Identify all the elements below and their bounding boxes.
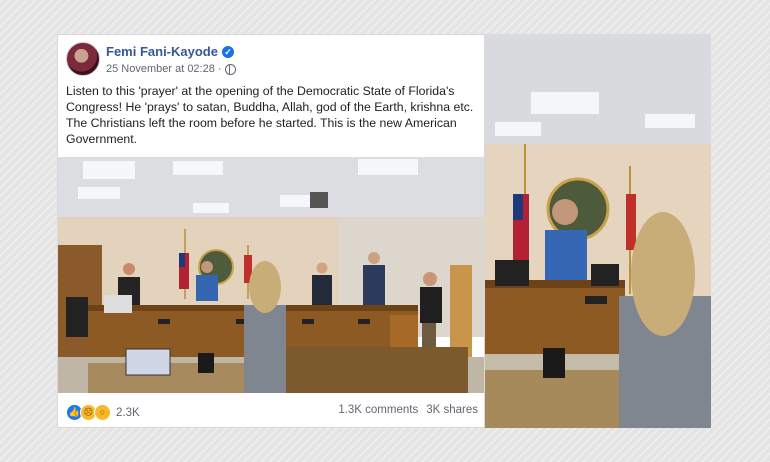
wow-icon: ○ — [94, 404, 111, 421]
post-photo[interactable] — [58, 157, 484, 393]
shares-count[interactable]: 3K shares — [426, 404, 478, 416]
globe-icon — [224, 63, 236, 75]
post-stats: 1.3K comments 3K shares — [338, 404, 478, 416]
council-chamber-image — [58, 157, 484, 393]
post-timestamp[interactable]: 25 November at 02:28 — [106, 63, 215, 75]
avatar[interactable] — [66, 42, 100, 76]
verified-badge-icon: ✓ — [221, 45, 234, 58]
zoomed-chamber-image — [485, 34, 711, 428]
post-meta: 25 November at 02:28 · — [106, 63, 236, 75]
author-name[interactable]: Femi Fani-Kayode ✓ — [106, 44, 234, 59]
facebook-post-card: Femi Fani-Kayode ✓ 25 November at 02:28 … — [57, 34, 485, 428]
post-body: Listen to this 'prayer' at the opening o… — [66, 84, 474, 146]
zoomed-photo — [485, 34, 711, 428]
author-name-text[interactable]: Femi Fani-Kayode — [106, 44, 218, 59]
comments-count[interactable]: 1.3K comments — [338, 404, 418, 416]
reaction-count: 2.3K — [116, 406, 140, 419]
post-footer: 👍 ☹ ○ 2.3K 1.3K comments 3K shares — [66, 404, 478, 422]
reactions-summary[interactable]: 👍 ☹ ○ 2.3K — [66, 404, 140, 421]
post-header: Femi Fani-Kayode ✓ 25 November at 02:28 … — [66, 42, 476, 76]
